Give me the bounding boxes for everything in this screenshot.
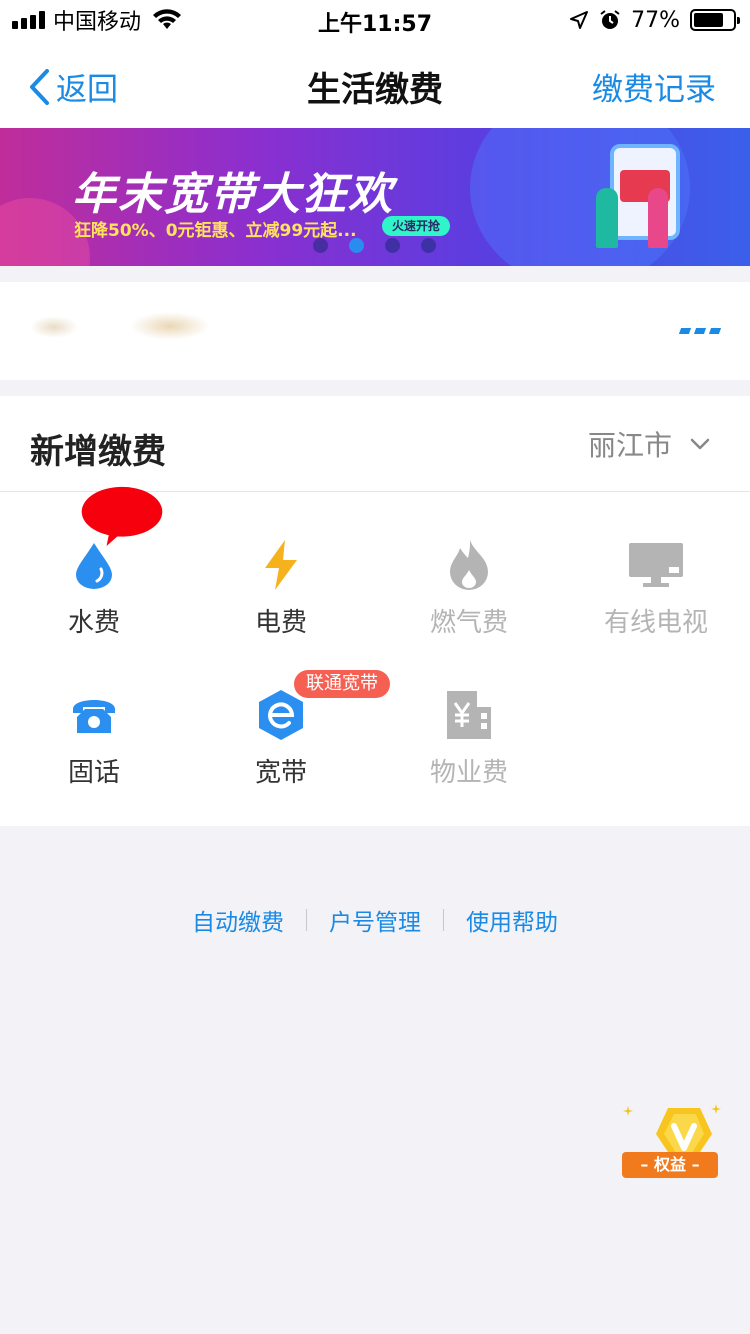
city-label: 丽江市: [587, 429, 672, 462]
tv-icon: [626, 540, 686, 590]
rights-badge[interactable]: – 权益 –: [616, 1104, 726, 1194]
service-cable-tv[interactable]: 有线电视: [562, 540, 750, 660]
city-selector[interactable]: 丽江市: [588, 424, 710, 464]
status-right: 77%: [569, 6, 740, 34]
help-link[interactable]: 使用帮助: [466, 903, 558, 937]
banner-dot[interactable]: [385, 238, 400, 253]
divider: [306, 909, 307, 931]
red-annotation-marker: [81, 486, 163, 546]
banner-dot[interactable]: [421, 238, 436, 253]
account-management-link[interactable]: 户号管理: [329, 903, 421, 937]
service-label: 电费: [254, 608, 307, 638]
chevron-down-icon: [690, 438, 710, 450]
banner-phone-illustration: [610, 144, 680, 240]
service-electricity[interactable]: 电费: [187, 540, 375, 660]
rights-badge-label: – 权益 –: [622, 1152, 718, 1178]
battery-fill: [694, 13, 724, 27]
divider: [443, 909, 444, 931]
service-label: 有线电视: [603, 608, 708, 638]
location-arrow-icon: [570, 11, 589, 29]
service-label: 燃气费: [429, 608, 508, 638]
account-name-blurred: [30, 316, 78, 338]
payment-history-link[interactable]: 缴费记录: [592, 64, 716, 109]
service-label: 物业费: [429, 758, 508, 788]
broadband-tag-badge: 联通宽带: [294, 670, 390, 698]
banner-cta-button[interactable]: 火速开抢: [382, 216, 451, 236]
service-water[interactable]: 水费: [0, 540, 188, 660]
account-row[interactable]: [0, 282, 750, 380]
broadband-icon: [256, 690, 306, 740]
building-icon: [444, 690, 494, 740]
service-label: 水费: [67, 608, 120, 638]
service-landline[interactable]: 固话: [0, 690, 188, 810]
banner-pagination: [0, 238, 750, 254]
banner-title: 年末宽带大狂欢: [72, 169, 394, 220]
auto-pay-link[interactable]: 自动缴费: [192, 903, 284, 937]
rights-badge-text: 权益: [653, 1155, 686, 1174]
section-title: 新增缴费: [30, 432, 166, 472]
service-broadband[interactable]: 宽带: [187, 690, 375, 810]
nav-bar: 返回 生活缴费 缴费记录: [0, 40, 750, 128]
service-label: 宽带: [254, 758, 307, 788]
service-gas[interactable]: 燃气费: [375, 540, 563, 660]
battery-icon: [690, 9, 740, 31]
account-number-blurred: [130, 312, 210, 340]
banner-dot[interactable]: [349, 238, 364, 253]
alarm-clock-icon: [600, 10, 620, 29]
banner-dot[interactable]: [313, 238, 328, 253]
lightning-icon: [256, 540, 306, 590]
service-property[interactable]: 物业费: [375, 690, 563, 810]
more-icon[interactable]: [678, 328, 722, 336]
telephone-icon: [69, 690, 119, 740]
status-bar: 中国移动 上午11:57 77%: [0, 0, 750, 40]
service-label: 固话: [67, 758, 120, 788]
flame-icon: [444, 540, 494, 590]
battery-percent: 77%: [631, 7, 680, 33]
sparkle-icon: [623, 1104, 721, 1170]
water-drop-icon: [69, 540, 119, 590]
footer-links: 自动缴费 户号管理 使用帮助: [0, 900, 750, 940]
